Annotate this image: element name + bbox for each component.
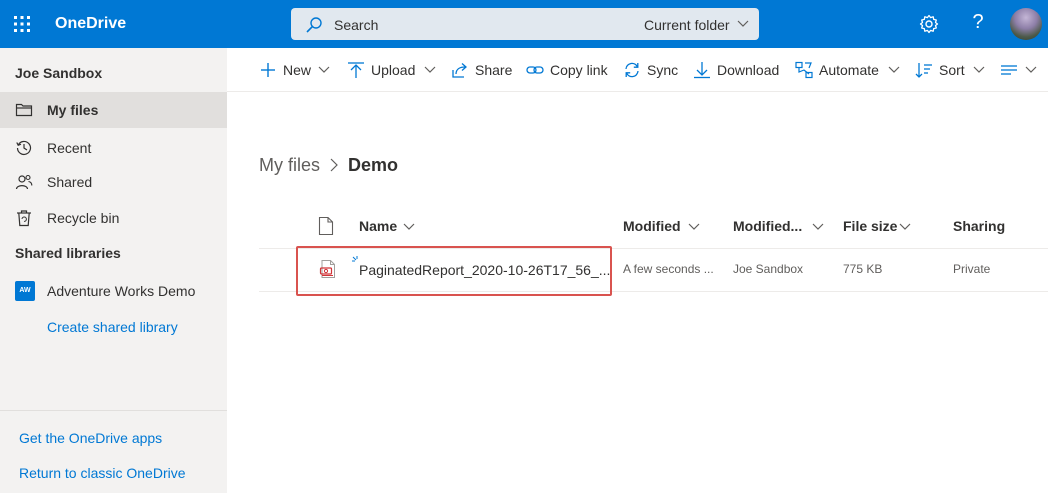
people-icon [15,174,33,190]
sort-button[interactable]: Sort [915,48,989,92]
column-header-file-size[interactable]: File size [843,218,897,234]
modified-by-cell[interactable]: Joe Sandbox [733,262,803,276]
copy-link-button[interactable]: Copy link [526,48,612,92]
sidebar-item-recent[interactable]: Recent [0,130,227,166]
return-to-classic-link[interactable]: Return to classic OneDrive [19,465,186,481]
search-input[interactable]: Search [334,17,378,33]
highlight-box [296,246,612,296]
upload-label: Upload [371,62,416,78]
sidebar-item-label: My files [47,102,99,118]
sidebar-item-label: Shared [47,174,93,190]
download-label: Download [717,62,780,78]
column-header-modified-by[interactable]: Modified... [733,218,802,234]
sort-label: Sort [939,62,965,78]
file-size-cell: 775 KB [843,262,883,276]
sidebar-item-shared[interactable]: Shared [0,164,227,200]
chevron-down-icon [1025,66,1037,73]
view-list-icon [1001,65,1017,75]
column-header-modified[interactable]: Modified [623,218,681,234]
download-icon [694,62,710,79]
column-header-sharing[interactable]: Sharing [953,218,1005,234]
sort-icon [915,63,932,78]
sidebar-divider [0,410,227,411]
app-launcher-icon[interactable] [12,14,32,34]
new-button[interactable]: New [259,48,337,92]
folder-icon [15,103,33,117]
modified-cell: A few seconds ... [623,262,714,276]
history-icon [16,140,32,156]
sync-button[interactable]: Sync [623,48,681,92]
chevron-down-icon [888,66,900,73]
get-onedrive-apps-link[interactable]: Get the OneDrive apps [19,430,162,446]
sidebar-item-my-files[interactable]: My files [0,92,227,128]
chevron-down-icon [403,223,415,230]
search-icon [306,17,322,33]
sidebar-item-recycle-bin[interactable]: Recycle bin [0,200,227,236]
view-options-button[interactable] [1000,48,1044,92]
user-name: Joe Sandbox [15,65,103,81]
plus-icon [261,63,275,77]
library-badge-icon: AW [15,281,35,301]
chevron-down-icon [899,223,911,230]
sidebar-item-label: Recent [47,140,92,156]
chevron-down-icon [973,66,985,73]
page-title: Demo [348,155,399,175]
shared-libraries-title: Shared libraries [15,245,121,261]
sync-icon [625,62,639,78]
chevron-down-icon [424,66,436,73]
avatar[interactable] [1010,8,1042,40]
sidebar-item-adventure-works-demo[interactable]: Adventure Works Demo [47,283,195,299]
automate-button[interactable]: Automate [795,48,903,92]
chevron-down-icon [812,223,824,230]
share-label: Share [475,62,513,78]
sidebar-item-label: Recycle bin [47,210,120,226]
gear-icon[interactable] [919,14,939,34]
create-shared-library-link[interactable]: Create shared library [47,319,178,335]
sharing-cell[interactable]: Private [953,262,990,276]
file-type-header-icon[interactable] [318,216,334,236]
help-icon[interactable]: ? [968,11,988,35]
chevron-down-icon [318,66,330,73]
column-header-name[interactable]: Name [359,218,397,234]
download-button[interactable]: Download [693,48,783,92]
upload-button[interactable]: Upload [347,48,439,92]
search-scope-dropdown[interactable]: Current folder [644,17,730,33]
search-box[interactable]: Search Current folder [291,8,759,40]
share-icon [452,63,467,78]
recycle-bin-icon [17,210,31,227]
link-icon [526,66,544,74]
automate-icon [795,61,813,79]
sync-label: Sync [647,62,679,78]
chevron-right-icon [330,158,338,172]
new-label: New [283,62,312,78]
app-title[interactable]: OneDrive [55,15,126,33]
top-bar: OneDrive Search Current folder ? [0,0,1048,48]
automate-label: Automate [819,62,879,78]
sidebar: Joe Sandbox My files Recent Shared Recyc… [0,48,227,493]
breadcrumb-my-files[interactable]: My files [259,155,320,176]
command-bar: New Upload Share Copy link Sync Download… [227,48,1048,92]
copy-link-label: Copy link [550,62,608,78]
chevron-down-icon [737,20,749,27]
chevron-down-icon [688,223,700,230]
upload-icon [348,62,364,78]
share-button[interactable]: Share [451,48,515,92]
